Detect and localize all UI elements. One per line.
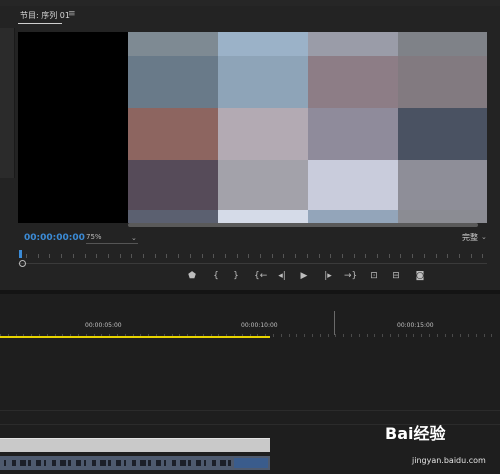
- mosaic-tile: [218, 210, 308, 223]
- mosaic-tile: [308, 160, 398, 210]
- monitor-time-ruler[interactable]: [18, 248, 487, 262]
- chevron-down-icon: ⌄: [481, 233, 487, 241]
- mosaic-tile: [308, 56, 398, 108]
- tab-program-monitor[interactable]: 节目: 序列 01: [20, 10, 70, 21]
- panel-menu-icon[interactable]: ≡: [68, 9, 76, 19]
- mosaic-tile: [398, 210, 487, 223]
- video-clip[interactable]: [0, 438, 270, 452]
- mosaic-tile: [128, 32, 218, 56]
- audio-clip-highlight[interactable]: [234, 458, 268, 468]
- zoom-scrollbar-handle[interactable]: [19, 260, 26, 267]
- ruler-label: 00:00:05:00: [85, 322, 122, 329]
- video-scrollbar[interactable]: [128, 223, 478, 227]
- adjacent-panel-edge: [0, 28, 15, 178]
- extract-icon[interactable]: ⊟: [390, 271, 402, 281]
- watermark-logo: Bai经验: [385, 424, 446, 443]
- mosaic-tile: [398, 56, 487, 108]
- go-to-out-icon[interactable]: →}: [344, 271, 357, 281]
- zoom-level-value: 75%: [86, 233, 102, 241]
- watermark-url: jingyan.baidu.com: [412, 456, 486, 465]
- mosaic-tile: [398, 32, 487, 56]
- mosaic-tile: [308, 32, 398, 56]
- mosaic-tile: [218, 108, 308, 160]
- active-tab-underline: [18, 23, 62, 24]
- video-preview: [18, 32, 487, 223]
- play-icon[interactable]: ▶: [298, 271, 310, 281]
- mosaic-tile: [308, 210, 398, 223]
- mosaic-tile: [218, 160, 308, 210]
- chevron-down-icon: ⌄: [131, 234, 137, 242]
- step-back-icon[interactable]: ◂|: [276, 271, 288, 281]
- marker-icon[interactable]: ⬟: [186, 271, 198, 281]
- monitor-zoom-scrollbar[interactable]: [18, 263, 487, 264]
- export-frame-icon[interactable]: ◙: [414, 271, 426, 281]
- timeline-time-ruler[interactable]: 00:00:05:00 00:00:10:00 00:00:15:00: [0, 310, 500, 338]
- mosaic-tile: [398, 160, 487, 210]
- mosaic-tile: [398, 108, 487, 160]
- audio-clip[interactable]: [0, 456, 270, 470]
- mosaic-tile: [128, 108, 218, 160]
- ruler-label: 00:00:10:00: [241, 322, 278, 329]
- playback-resolution-select[interactable]: 完整: [462, 232, 478, 243]
- ruler-label: 00:00:15:00: [397, 322, 434, 329]
- mark-in-icon[interactable]: {: [210, 271, 222, 281]
- monitor-playhead[interactable]: [19, 250, 22, 258]
- mosaic-tile: [218, 32, 308, 56]
- mosaic-frame: [128, 32, 487, 223]
- track-separator: [0, 410, 500, 411]
- playhead-timecode[interactable]: 00:00:00:00: [24, 233, 85, 243]
- mosaic-tile: [128, 210, 218, 223]
- mosaic-tile: [128, 160, 218, 210]
- go-to-in-icon[interactable]: {←: [254, 271, 267, 281]
- mosaic-tile: [218, 56, 308, 108]
- lift-icon[interactable]: ⊡: [368, 271, 380, 281]
- step-forward-icon[interactable]: |▸: [322, 271, 334, 281]
- mosaic-tile: [308, 108, 398, 160]
- work-area-bar[interactable]: [0, 336, 270, 338]
- mark-out-icon[interactable]: }: [230, 271, 242, 281]
- mosaic-tile: [128, 56, 218, 108]
- ruler-marker-line: [334, 311, 335, 335]
